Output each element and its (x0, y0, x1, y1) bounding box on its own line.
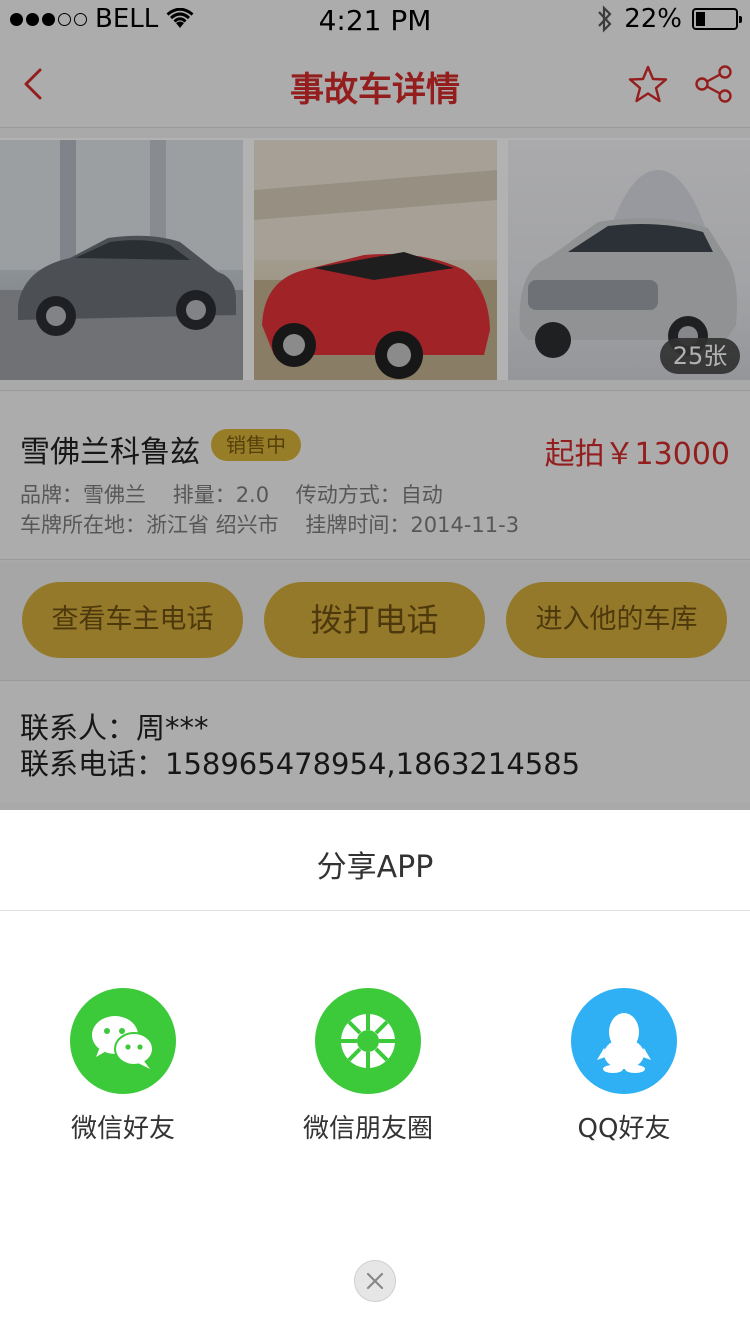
close-icon[interactable] (354, 1260, 396, 1302)
wechat-moments-icon[interactable] (315, 988, 421, 1094)
share-option-label: QQ好友 (577, 1114, 671, 1144)
share-option-label: 微信好友 (70, 1114, 175, 1144)
share-sheet: 分享APP 微信好友 微信朋友圈 QQ好友 (0, 810, 750, 1334)
share-sheet-title: 分享APP (316, 850, 434, 885)
share-wechat-friends[interactable]: 微信好友 (23, 988, 223, 1145)
share-qq-friends[interactable]: QQ好友 (524, 988, 724, 1145)
divider (0, 910, 750, 911)
share-wechat-moments[interactable]: 微信朋友圈 (268, 988, 468, 1145)
wechat-icon[interactable] (70, 988, 176, 1094)
share-option-label: 微信朋友圈 (302, 1114, 433, 1144)
qq-icon[interactable] (571, 988, 677, 1094)
